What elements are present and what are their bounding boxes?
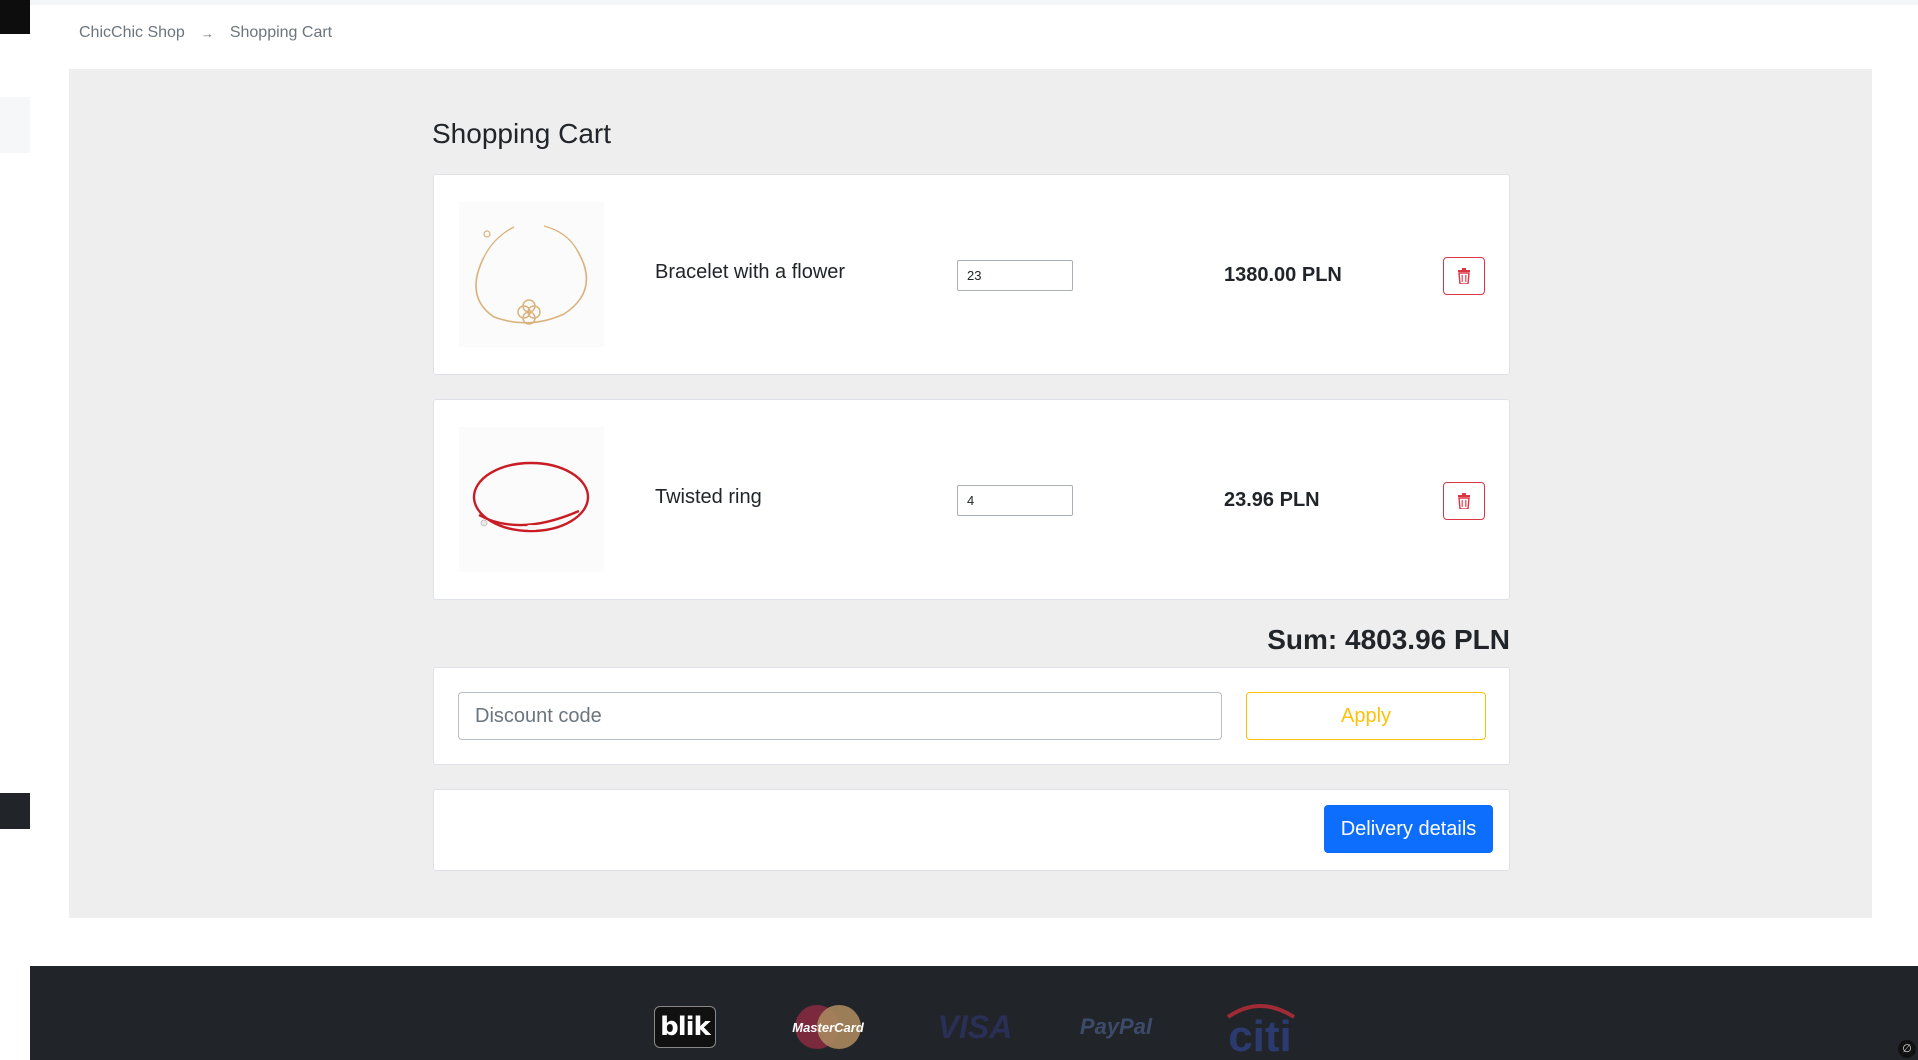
delivery-details-button[interactable]: Delivery details xyxy=(1324,805,1493,853)
paypal-logo-icon: PayPal xyxy=(1079,1014,1153,1039)
mastercard-logo-icon: MasterCard xyxy=(790,1003,866,1051)
cart-sum: Sum: 4803.96 PLN xyxy=(1267,624,1510,655)
delivery-section: Delivery details xyxy=(433,789,1510,871)
item-name: Bracelet with a flower xyxy=(655,261,846,283)
gold-bracelet-image xyxy=(475,225,588,325)
left-edge-block xyxy=(0,0,30,34)
svg-text:citi: citi xyxy=(1228,1012,1292,1055)
discount-code-input[interactable] xyxy=(458,692,1222,740)
cart-item: Twisted ring 23.96 PLN xyxy=(433,399,1510,600)
remove-item-button[interactable] xyxy=(1443,482,1485,520)
breadcrumb: ChicChic Shop → Shopping Cart xyxy=(79,24,332,42)
product-image-ring[interactable] xyxy=(459,427,604,572)
page-title: Shopping Cart xyxy=(432,118,612,149)
footer: blik MasterCard VISA PayPal citi ∅ xyxy=(30,966,1918,1060)
corner-badge-icon: ∅ xyxy=(1898,1040,1916,1058)
left-edge-panel xyxy=(0,97,30,153)
remove-item-button[interactable] xyxy=(1443,257,1485,295)
breadcrumb-home-link[interactable]: ChicChic Shop xyxy=(79,24,185,42)
citi-logo-icon: citi xyxy=(1220,1003,1300,1055)
left-edge-dark-block xyxy=(0,793,30,829)
visa-logo-icon: VISA xyxy=(937,1008,1013,1045)
cart-item: Bracelet with a flower 1380.00 PLN xyxy=(433,174,1510,375)
apply-discount-button[interactable]: Apply xyxy=(1246,692,1486,740)
quantity-input[interactable] xyxy=(957,260,1073,291)
item-name: Twisted ring xyxy=(655,486,762,508)
top-strip xyxy=(30,0,1918,5)
breadcrumb-current: Shopping Cart xyxy=(229,24,333,41)
trash-icon xyxy=(1458,493,1470,509)
item-price: 1380.00 PLN xyxy=(1224,264,1342,286)
svg-text:MasterCard: MasterCard xyxy=(792,1020,865,1035)
trash-icon xyxy=(1458,268,1470,284)
item-price: 23.96 PLN xyxy=(1224,489,1320,511)
discount-section: Apply xyxy=(433,667,1510,765)
quantity-input[interactable] xyxy=(957,485,1073,516)
red-bracelet-image xyxy=(472,461,590,533)
breadcrumb-arrow-icon: → xyxy=(200,25,214,41)
product-image-bracelet[interactable] xyxy=(459,202,604,347)
blik-logo-icon: blik xyxy=(654,1006,716,1048)
